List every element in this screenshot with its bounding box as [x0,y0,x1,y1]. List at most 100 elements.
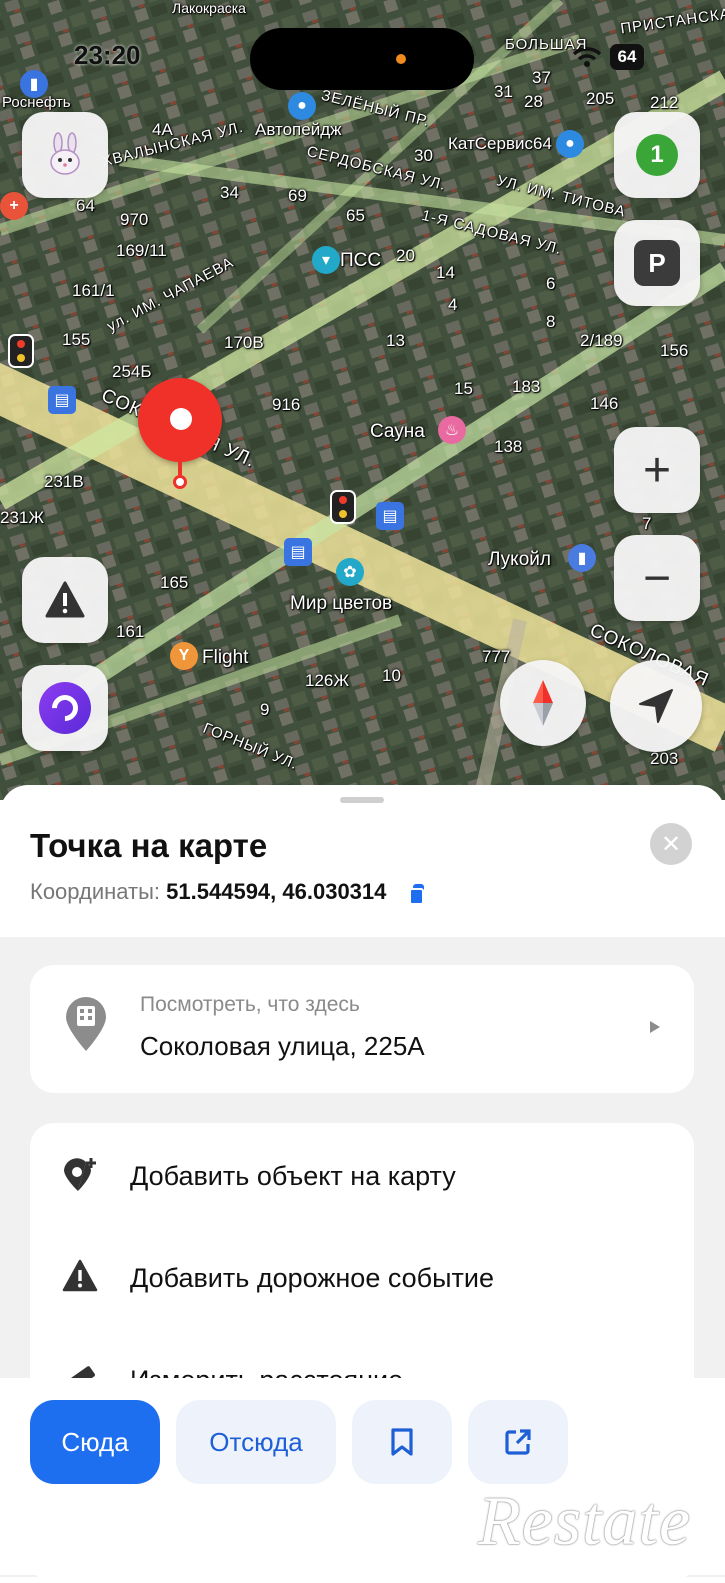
dynamic-island [250,28,474,90]
house-number: 916 [272,395,301,414]
house-number: 126Ж [305,671,350,690]
sheet-drag-handle[interactable] [340,797,384,803]
compass-button[interactable] [500,660,586,746]
house-number: 64 [76,196,95,215]
close-button[interactable]: ✕ [650,823,692,865]
house-number: 30 [414,146,433,165]
place-label[interactable]: Flight [202,647,248,669]
parking-layer-button[interactable]: P [614,220,700,306]
sheet-title: Точка на карте [30,827,268,864]
traffic-layer-button[interactable]: 1 [614,112,700,198]
place-label[interactable]: ПСС [340,250,381,272]
bus-stop-icon[interactable]: ▤ [376,502,404,530]
alice-icon [39,682,91,734]
house-number: 20 [396,246,415,265]
house-number: 183 [512,377,541,396]
house-number: 69 [288,186,307,205]
house-number: 970 [120,210,149,229]
house-number: 9 [260,700,270,719]
sauna-icon[interactable]: ♨ [438,416,466,444]
chevron-right-icon [650,1021,660,1033]
car-service-icon[interactable]: ● [288,92,316,120]
compass-icon [533,680,553,726]
house-number: 15 [454,379,473,398]
road-events-button[interactable] [22,557,108,643]
building-pin-icon [66,997,106,1051]
house-number: 212 [650,93,679,112]
house-number: 146 [590,394,619,413]
fuel-station-icon[interactable]: ▮ [20,70,48,98]
house-number: 161 [116,622,145,641]
add-place-icon [64,1158,96,1191]
whats-here-hint: Посмотреть, что здесь [140,993,360,1016]
pin-stem [178,458,182,476]
restaurant-icon[interactable]: Y [170,642,198,670]
flower-shop-icon[interactable]: ✿ [336,558,364,586]
whats-here-card[interactable]: Посмотреть, что здесь Соколовая улица, 2… [30,965,694,1093]
house-number: 138 [494,437,523,456]
place-label[interactable]: Сауна [370,421,425,443]
fuel-icon[interactable]: ▮ [568,544,596,572]
place-label[interactable]: Лукойл [488,549,551,571]
watermark-logo: Restate [478,1483,692,1560]
house-number: 31 [494,82,513,101]
address-text: Соколовая улица, 225А [140,1031,425,1061]
zoom-out-button[interactable]: − [614,535,700,621]
street-label: БОЛЬШАЯ [505,36,588,53]
house-number: 203 [650,749,679,768]
profile-avatar-button[interactable] [22,112,108,198]
house-number: 14 [436,263,455,282]
house-number: 13 [386,331,405,350]
route-from-here-button[interactable]: Отсюда [176,1400,336,1484]
route-to-here-button[interactable]: Сюда [30,1400,160,1484]
house-number: 777 [482,647,511,666]
coordinates-row: Координаты: 51.544594, 46.030314 [30,879,425,906]
place-icon[interactable]: + [0,192,28,220]
alice-assistant-button[interactable] [22,665,108,751]
pin-location-dot [173,475,187,489]
house-number: 231В [44,472,84,491]
battery-indicator: 64 [610,44,644,70]
house-number: 4А [152,120,173,139]
place-label: КатСервис64 [448,134,552,153]
copy-icon[interactable] [408,884,425,906]
traffic-level-badge: 1 [636,134,678,176]
place-label: Автопейдж [255,120,342,139]
house-number: 2/189 [580,331,623,350]
coordinates-value[interactable]: 51.544594, 46.030314 [166,879,386,904]
house-number: 28 [524,92,543,111]
house-number: 65 [346,206,365,225]
house-number: 169/11 [116,241,167,260]
shop-icon[interactable]: ▾ [312,246,340,274]
car-service-icon[interactable]: ● [556,130,584,158]
bookmark-icon [391,1428,413,1456]
house-number: 231Ж [0,508,45,527]
add-object-row[interactable]: Добавить объект на карту [30,1141,694,1211]
add-road-event-row[interactable]: Добавить дорожное событие [30,1243,694,1313]
warning-triangle-icon [45,581,85,618]
bookmark-button[interactable] [352,1400,452,1484]
house-number: 205 [586,89,615,108]
zoom-in-button[interactable]: + [614,427,700,513]
share-button[interactable] [468,1400,568,1484]
map-view[interactable]: 23:20 64 ул. ИМ. ЧАПАЕВА СОКОЛОВАЯ УЛ. С… [0,0,725,800]
house-number: 4 [448,295,458,314]
measure-distance-row[interactable]: Измерить расстояние [30,1345,694,1381]
house-number: 37 [532,68,551,87]
house-number: 155 [62,330,91,349]
house-number: 165 [160,573,189,592]
bus-stop-icon[interactable]: ▤ [48,386,76,414]
bus-stop-icon[interactable]: ▤ [284,538,312,566]
road-warning-icon [62,1259,98,1292]
house-number: 170В [224,333,264,352]
parking-icon: P [634,240,680,286]
traffic-light-icon [8,334,34,368]
coordinates-label: Координаты: [30,879,161,904]
recording-dot-icon [396,54,406,64]
house-number: 6 [546,274,556,293]
rabbit-avatar-icon [50,132,80,175]
house-number: 34 [220,183,239,202]
selected-point-pin[interactable] [138,378,222,462]
my-location-button[interactable] [610,660,702,752]
place-label[interactable]: Мир цветов [290,593,392,615]
